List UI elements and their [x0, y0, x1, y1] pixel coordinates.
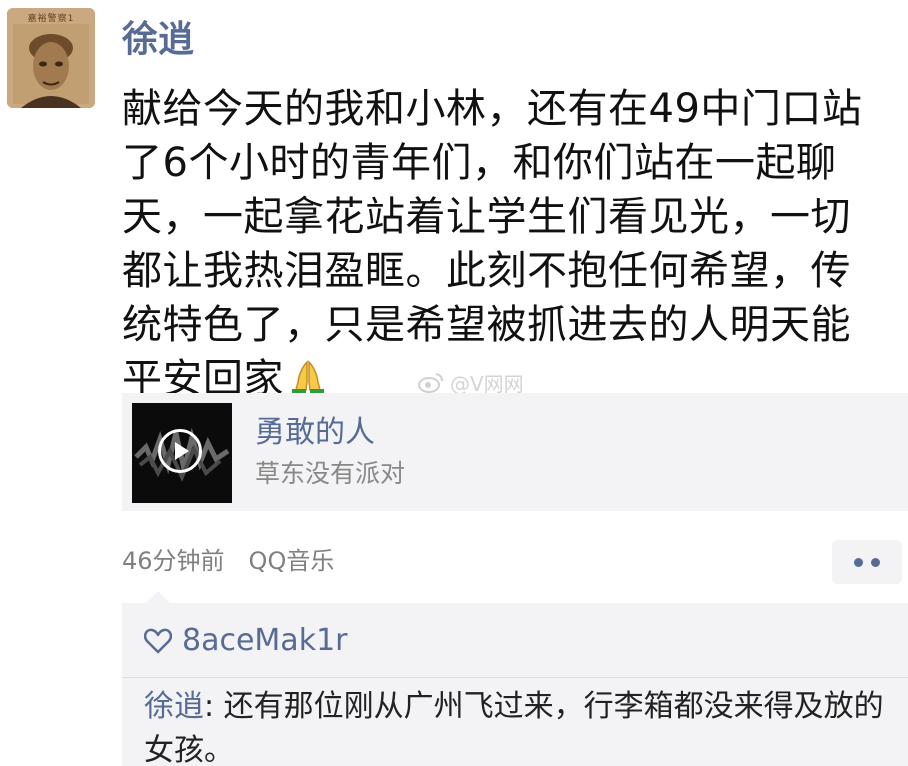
- comment-author[interactable]: 徐逍: [144, 689, 204, 724]
- comments-notch: [146, 591, 170, 603]
- song-title: 勇敢的人: [255, 415, 375, 450]
- post-meta: 46分钟前 QQ音乐: [122, 546, 334, 576]
- comment-text: 还有那位刚从广州飞过来，行李箱都没来得及放的女孩。: [144, 689, 884, 766]
- play-icon: [175, 442, 189, 460]
- post-text: 献给今天的我和小林，还有在49中门口站了6个小时的青年们，和你们站在一起聊天，一…: [122, 82, 882, 406]
- post-author[interactable]: 徐逍: [122, 18, 194, 62]
- heart-icon: [144, 628, 172, 654]
- comments-section: 8aceMak1r 徐逍: 还有那位刚从广州飞过来，行李箱都没来得及放的女孩。: [122, 591, 908, 766]
- avatar-caption: 嘉裕警察1: [27, 14, 75, 24]
- likes-row: 8aceMak1r: [144, 621, 347, 661]
- album-cover: [132, 403, 232, 503]
- liked-by-user[interactable]: 8aceMak1r: [182, 621, 347, 661]
- post-source[interactable]: QQ音乐: [249, 546, 335, 576]
- post-time: 46分钟前: [122, 547, 225, 575]
- comment-separator: :: [204, 689, 224, 724]
- play-button[interactable]: [158, 429, 202, 473]
- song-artist: 草东没有派对: [255, 459, 406, 488]
- post-text-body: 献给今天的我和小林，还有在49中门口站了6个小时的青年们，和你们站在一起聊天，一…: [122, 86, 863, 402]
- moments-post: 嘉裕警察1 徐逍 献给今天的我和小林，还有在49中门口站了6个小时的青年们，和你…: [0, 0, 908, 766]
- avatar[interactable]: 嘉裕警察1: [7, 8, 95, 108]
- weibo-logo-icon: [418, 372, 443, 393]
- more-dot-icon: [871, 557, 880, 567]
- comments-divider: [122, 677, 908, 678]
- more-dot-icon: [854, 557, 863, 567]
- more-actions-button[interactable]: [832, 540, 902, 584]
- music-share-card[interactable]: 勇敢的人 草东没有派对: [122, 393, 908, 511]
- comment-item: 徐逍: 还有那位刚从广州飞过来，行李箱都没来得及放的女孩。: [144, 685, 884, 766]
